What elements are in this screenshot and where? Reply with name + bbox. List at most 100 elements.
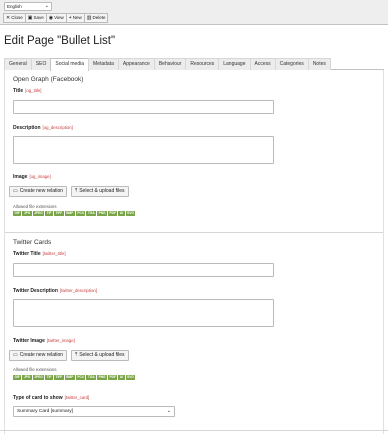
extension-badge: TIFF xyxy=(54,211,64,216)
extension-badge: JPEG xyxy=(32,375,45,380)
trash-icon: ▥ xyxy=(86,15,92,21)
extension-badge: TIF xyxy=(45,375,53,380)
tab-panel-social-media: Open Graph (Facebook) Title [og_title] De… xyxy=(4,70,384,434)
tab-notes[interactable]: Notes xyxy=(307,58,331,70)
extension-badge: TGA xyxy=(86,375,97,380)
twitter-image-code: [twitter_image] xyxy=(46,338,75,343)
close-icon: ✕ xyxy=(6,15,11,21)
tab-metadata[interactable]: Metadata xyxy=(88,58,119,70)
save-label: Save xyxy=(33,15,44,20)
delete-label: Delete xyxy=(92,15,106,20)
og-create-relation-button[interactable]: ▭ Create new relation xyxy=(9,186,68,197)
tab-appearance[interactable]: Appearance xyxy=(117,58,155,70)
twitter-card-select[interactable]: Summary Card [summary] ⌄ xyxy=(13,406,175,417)
tab-resources[interactable]: Resources xyxy=(185,58,220,70)
twitter-title-code: [twitter_title] xyxy=(42,251,66,256)
extension-badge: PDF xyxy=(108,375,118,380)
extension-badge: PDF xyxy=(108,211,118,216)
extension-badge: TGA xyxy=(86,211,97,216)
extension-badge: GIF xyxy=(13,375,22,380)
view-icon: ◉ xyxy=(48,15,54,21)
twitter-description-code: [twitter_description] xyxy=(59,288,97,293)
og-title-input[interactable] xyxy=(13,100,274,114)
extension-badge: BMP xyxy=(64,375,75,380)
new-label: New xyxy=(72,15,82,20)
folder-icon: ▭ xyxy=(13,188,18,194)
extension-badge: AI xyxy=(118,211,125,216)
twitter-card-value: Summary Card [summary] xyxy=(17,409,73,414)
og-allowed-ext-label: Allowed file extensions xyxy=(13,204,57,209)
twitter-description-label-text: Twitter Description xyxy=(13,288,58,294)
twitter-card-code: [twitter_card] xyxy=(64,395,90,400)
extension-badge: TIFF xyxy=(54,375,64,380)
twitter-card-label: Type of card to show [twitter_card] xyxy=(13,395,89,401)
language-value: English xyxy=(7,4,22,9)
extension-badge: PCX xyxy=(75,375,86,380)
twitter-select-upload-button[interactable]: ⤒ Select & upload files xyxy=(71,350,129,361)
extension-badge: AI xyxy=(118,375,125,380)
og-description-code: [og_description] xyxy=(42,125,73,130)
og-image-code: [og_image] xyxy=(29,174,51,179)
delete-button[interactable]: ▥ Delete xyxy=(83,13,109,23)
page-title: Edit Page "Bullet List" xyxy=(4,35,116,47)
extension-badge: PNG xyxy=(97,211,108,216)
close-label: Close xyxy=(11,15,23,20)
twitter-description-textarea[interactable] xyxy=(13,299,274,327)
section-divider xyxy=(5,232,383,233)
extension-badge: JPEG xyxy=(32,211,45,216)
upload-icon: ⤒ xyxy=(75,352,78,358)
twitter-create-relation-label: Create new relation xyxy=(19,352,64,358)
twitter-allowed-ext-label: Allowed file extensions xyxy=(13,367,57,372)
og-title-code: [og_title] xyxy=(25,88,42,93)
extension-badge: BMP xyxy=(64,211,75,216)
og-title-label: Title [og_title] xyxy=(13,88,41,94)
extension-badge: JPG xyxy=(22,375,32,380)
save-icon: ▣ xyxy=(27,15,33,21)
section-divider xyxy=(0,430,388,431)
tab-categories[interactable]: Categories xyxy=(274,58,309,70)
twitter-description-label: Twitter Description [twitter_description] xyxy=(13,288,97,294)
plus-icon: + xyxy=(68,15,72,21)
chevron-down-icon: ⌄ xyxy=(44,3,49,9)
view-button[interactable]: ◉ View xyxy=(45,13,67,23)
extension-badge: TIF xyxy=(45,211,53,216)
og-select-upload-button[interactable]: ⤒ Select & upload files xyxy=(71,186,129,197)
save-button[interactable]: ▣ Save xyxy=(24,13,47,23)
extension-badge: SVG xyxy=(125,211,136,216)
og-image-label-text: Image xyxy=(13,174,28,180)
extension-badge: SVG xyxy=(125,375,136,380)
extension-badge: GIF xyxy=(13,211,22,216)
twitter-select-upload-label: Select & upload files xyxy=(79,352,125,358)
extension-badge: PNG xyxy=(97,375,108,380)
twitter-section-title: Twitter Cards xyxy=(13,239,52,246)
tab-language[interactable]: Language xyxy=(218,58,251,70)
og-image-label: Image [og_image] xyxy=(13,174,51,180)
twitter-title-label: Twitter Title [twitter_title] xyxy=(13,251,66,257)
folder-icon: ▭ xyxy=(13,352,18,358)
og-title-label-text: Title xyxy=(13,88,24,94)
twitter-image-label: Twitter Image [twitter_image] xyxy=(13,338,75,344)
tab-access[interactable]: Access xyxy=(249,58,276,70)
og-description-textarea[interactable] xyxy=(13,136,274,164)
language-select[interactable]: English ⌄ xyxy=(4,2,52,11)
close-button[interactable]: ✕ Close xyxy=(3,13,26,23)
upload-icon: ⤒ xyxy=(75,188,78,194)
view-label: View xyxy=(54,15,64,20)
twitter-create-relation-button[interactable]: ▭ Create new relation xyxy=(9,350,68,361)
og-create-relation-label: Create new relation xyxy=(19,188,64,194)
tab-behaviour[interactable]: Behaviour xyxy=(153,58,187,70)
twitter-extension-list: GIF JPG JPEG TIF TIFF BMP PCX TGA PNG PD… xyxy=(13,375,136,380)
module-docheader: English ⌄ ✕ Close ▣ Save ◉ View + New ▥ … xyxy=(0,0,388,25)
twitter-title-input[interactable] xyxy=(13,263,274,277)
extension-badge: PCX xyxy=(75,211,86,216)
new-button[interactable]: + New xyxy=(65,13,85,23)
twitter-card-label-text: Type of card to show xyxy=(13,395,63,401)
chevron-down-icon: ⌄ xyxy=(166,408,171,414)
toolbar: ✕ Close ▣ Save ◉ View + New ▥ Delete xyxy=(3,13,109,23)
og-description-label: Description [og_description] xyxy=(13,125,73,131)
tab-general[interactable]: General xyxy=(4,58,32,70)
twitter-image-label-text: Twitter Image xyxy=(13,338,45,344)
tab-bar: General SEO Social media Metadata Appear… xyxy=(4,58,384,71)
tab-seo[interactable]: SEO xyxy=(30,58,52,70)
extension-badge: JPG xyxy=(22,211,32,216)
